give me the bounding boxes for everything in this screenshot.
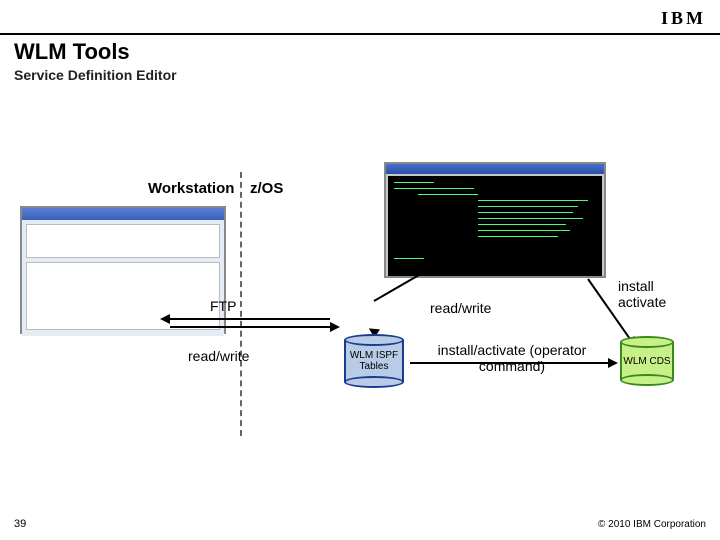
workstation-editor-thumbnail <box>20 206 226 334</box>
diagram-canvas: Workstation z/OS FTP <box>0 0 720 540</box>
ftp-label: FTP <box>210 298 236 314</box>
cds-cylinder-label: WLM CDS <box>623 356 670 367</box>
wlm-cds-cylinder: WLM CDS <box>620 336 674 386</box>
ftp-arrow-right-head <box>330 322 340 332</box>
read-write-left-label: read/write <box>188 348 249 364</box>
wlm-ispf-tables-cylinder: WLM ISPF Tables <box>344 334 404 388</box>
ftp-arrow-top <box>170 318 330 320</box>
environment-divider <box>240 172 242 436</box>
install-activate-cmd-label: install/activate (operator command) <box>432 342 592 374</box>
ispf-cylinder-label: WLM ISPF Tables <box>346 350 402 372</box>
ispf-to-cds-arrow-head <box>608 358 618 368</box>
zos-terminal-thumbnail <box>384 162 606 278</box>
copyright: © 2010 IBM Corporation <box>598 519 706 530</box>
install-activate-label: install activate <box>618 278 688 310</box>
read-write-right-label: read/write <box>430 300 491 316</box>
zos-label: z/OS <box>250 180 283 197</box>
ftp-arrow-left-head <box>160 314 170 324</box>
workstation-label: Workstation <box>148 180 234 197</box>
page-number: 39 <box>14 518 26 530</box>
ispf-to-cds-arrow <box>410 362 608 364</box>
ftp-arrow-bottom <box>170 326 330 328</box>
